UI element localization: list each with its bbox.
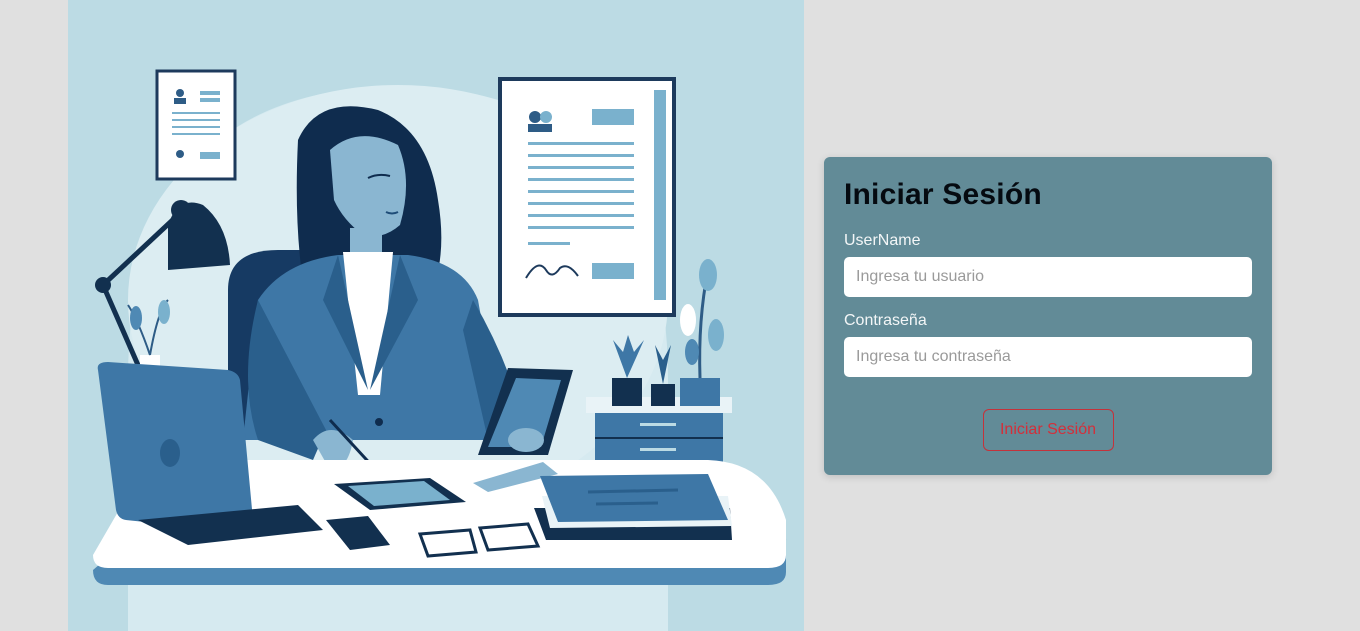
submit-row: Iniciar Sesión [844,409,1252,451]
login-page: Iniciar Sesión UserName Contraseña Inici… [0,0,1360,631]
office-illustration [68,0,804,631]
username-label: UserName [844,232,921,249]
login-button[interactable]: Iniciar Sesión [982,409,1114,451]
login-card: Iniciar Sesión UserName Contraseña Inici… [824,157,1272,475]
password-label: Contraseña [844,312,927,329]
woman-at-desk-illustration [93,69,787,631]
username-input[interactable] [844,257,1252,297]
password-input[interactable] [844,337,1252,377]
login-title: Iniciar Sesión [844,178,1042,211]
